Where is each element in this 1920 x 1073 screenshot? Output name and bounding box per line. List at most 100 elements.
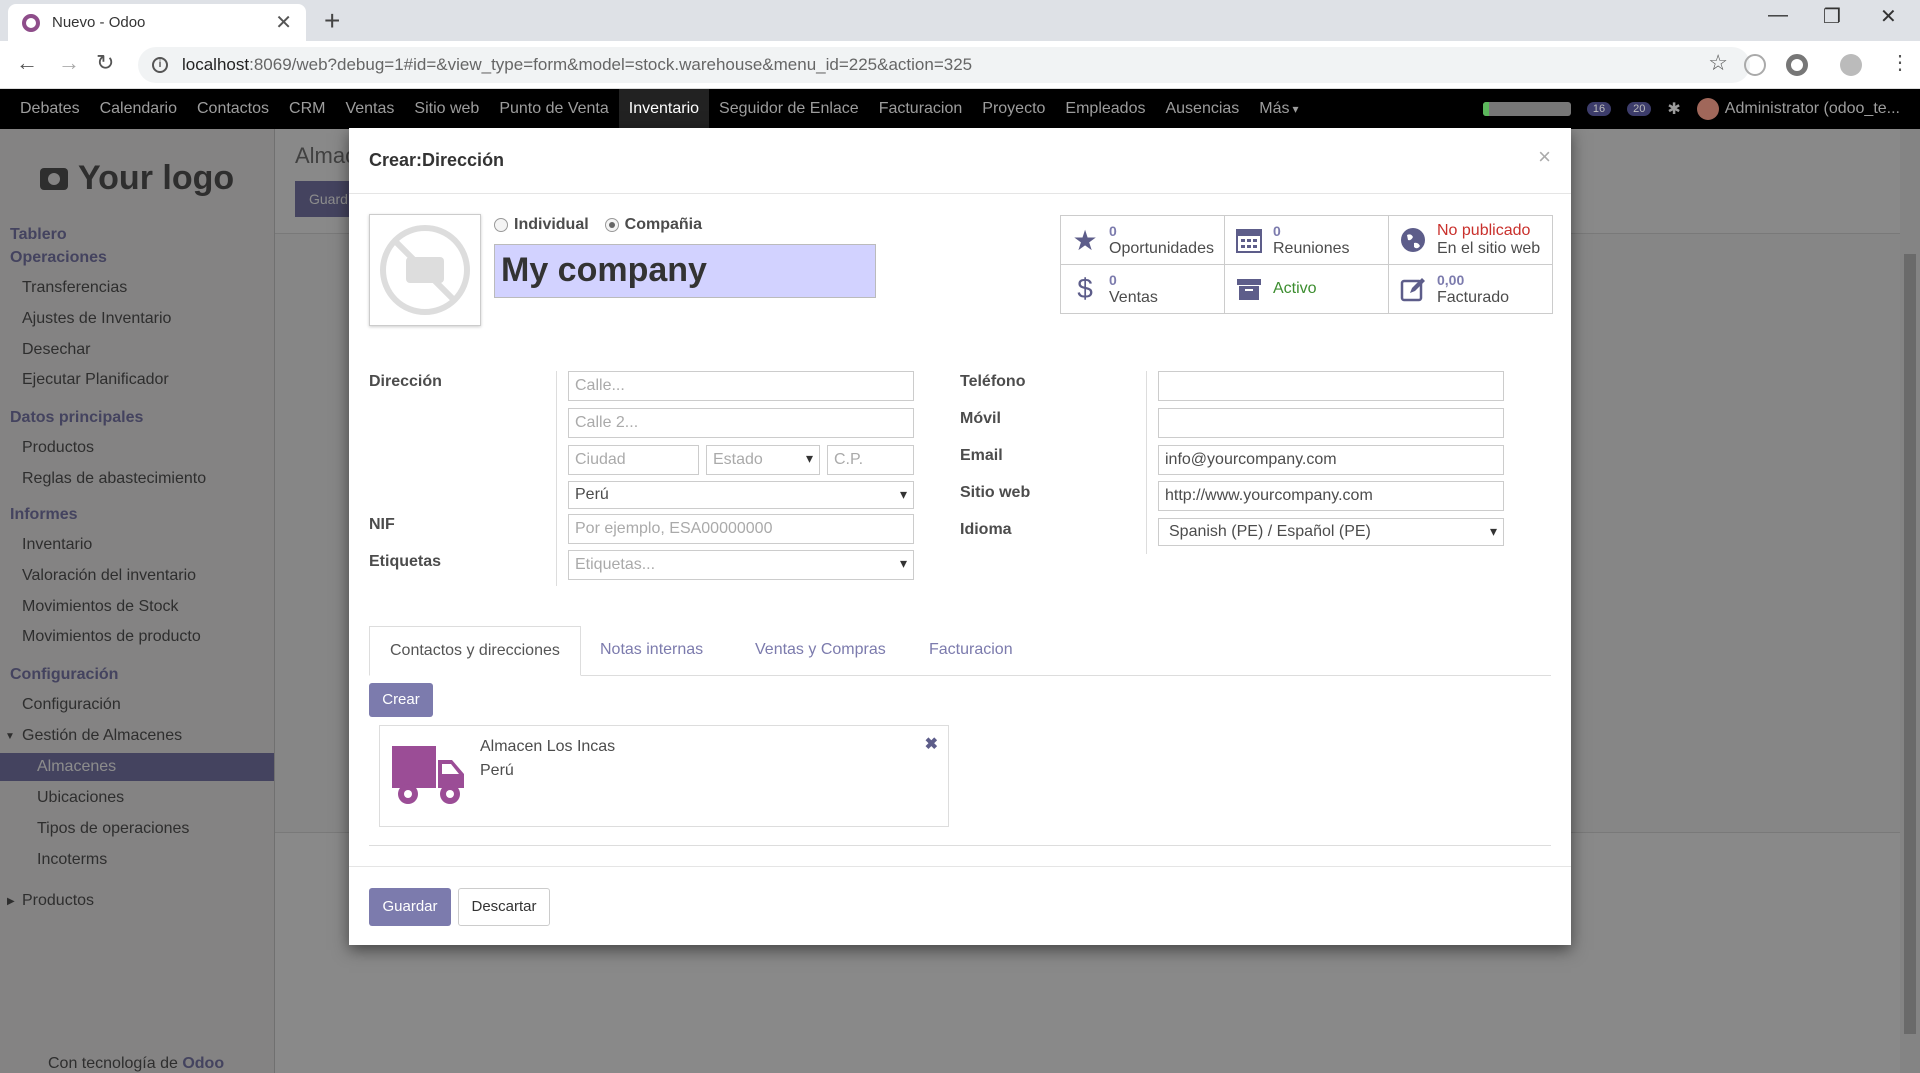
top-menu-item-contactos[interactable]: Contactos xyxy=(187,89,279,129)
company-image[interactable] xyxy=(369,214,481,326)
tab-sales-purchases[interactable]: Ventas y Compras xyxy=(735,626,906,676)
tab-invoicing[interactable]: Facturacion xyxy=(909,626,1033,676)
zip-input[interactable]: C.P. xyxy=(827,445,914,475)
user-name: Administrator (odoo_te... xyxy=(1724,100,1900,117)
language-select[interactable]: Spanish (PE) / Español (PE) xyxy=(1158,518,1504,546)
contact-card[interactable]: Almacen Los Incas Perú ✖ xyxy=(379,725,949,827)
country-select[interactable]: Perú xyxy=(568,481,914,509)
notebook-tabs: Contactos y direcciones Notas internas V… xyxy=(369,626,1551,676)
save-button[interactable]: Guardar xyxy=(369,888,451,926)
archive-icon xyxy=(1233,273,1265,305)
browser-tab-title: Nuevo - Odoo xyxy=(52,14,146,31)
forward-icon[interactable]: → xyxy=(58,50,80,76)
smart-buttons: ★ 0 Oportunidades 0 Reuniones No publicado… xyxy=(1060,215,1553,314)
address-bar: ← → ↻ i localhost:8069/web?debug=1#id=&v… xyxy=(0,41,1920,89)
field-divider-left xyxy=(556,371,557,586)
tab-contacts[interactable]: Contactos y direcciones xyxy=(369,626,581,676)
top-menu-item-empleados[interactable]: Empleados xyxy=(1055,89,1155,129)
radio-individual[interactable]: Individual xyxy=(494,216,589,234)
language-label: Idioma xyxy=(960,521,1012,538)
create-address-dialog: Crear:Dirección × Individual Compañia My… xyxy=(349,128,1571,945)
browser-tabbar: Nuevo - Odoo ✕ + — ❐ ✕ xyxy=(0,0,1920,41)
mobile-input[interactable] xyxy=(1158,408,1504,438)
dialog-title: Crear:Dirección xyxy=(369,150,505,170)
top-menu-item-sitio-web[interactable]: Sitio web xyxy=(404,89,489,129)
etiquetas-label: Etiquetas xyxy=(369,553,442,570)
odoo-top-menu: Debates Calendario Contactos CRM Ventas Sitio… xyxy=(0,89,1920,129)
divider xyxy=(369,845,1551,846)
top-menu-item-m-s[interactable]: Más ▾ xyxy=(1249,89,1308,129)
messages-badge[interactable]: 16 xyxy=(1586,102,1612,116)
create-contact-button[interactable]: Crear xyxy=(369,683,433,717)
top-menu-item-calendario[interactable]: Calendario xyxy=(90,89,187,129)
info-icon[interactable]: i xyxy=(152,57,168,73)
new-tab-icon[interactable]: + xyxy=(324,5,340,37)
meetings-button[interactable]: 0 Reuniones xyxy=(1225,216,1389,265)
restore-icon[interactable]: ❐ xyxy=(1823,4,1841,29)
caret-down-icon: ▾ xyxy=(1292,102,1299,116)
reload-icon[interactable]: ↻ xyxy=(96,50,114,76)
website-publish-button[interactable]: No publicado En el sitio web xyxy=(1389,216,1552,265)
back-icon[interactable]: ← xyxy=(16,50,38,76)
no-image-icon xyxy=(380,225,470,315)
browser-menu-icon[interactable]: ⋮ xyxy=(1890,50,1910,75)
field-divider-right xyxy=(1146,371,1147,554)
globe-icon xyxy=(1397,224,1429,256)
website-label: Sitio web xyxy=(960,484,1031,501)
movil-label: Móvil xyxy=(960,410,1001,427)
contact-name: Almacen Los Incas xyxy=(480,738,616,755)
top-menu-item-crm[interactable]: CRM xyxy=(279,89,335,129)
remove-contact-icon[interactable]: ✖ xyxy=(925,734,938,754)
profile-icon[interactable] xyxy=(1840,54,1862,76)
chat-badge[interactable]: 20 xyxy=(1627,102,1652,116)
close-window-icon[interactable]: ✕ xyxy=(1880,4,1897,29)
state-select[interactable]: Estado xyxy=(706,445,820,475)
minimize-icon[interactable]: — xyxy=(1768,4,1788,27)
company-name-input[interactable]: My company xyxy=(494,244,876,298)
top-menu-item-inventario[interactable]: Inventario xyxy=(618,89,710,129)
nif-label: NIF xyxy=(369,516,395,533)
progress-bar xyxy=(1482,102,1571,116)
star-icon: ★ xyxy=(1072,224,1098,256)
url-text: localhost:8069/web?debug=1#id=&view_type… xyxy=(182,55,973,74)
user-menu[interactable]: Administrator (odoo_te... xyxy=(1696,98,1900,120)
opportunities-button[interactable]: ★ 0 Oportunidades xyxy=(1061,216,1225,265)
tab-notes[interactable]: Notas internas xyxy=(580,626,723,676)
url-input[interactable]: i localhost:8069/web?debug=1#id=&view_ty… xyxy=(138,47,1750,83)
active-toggle-button[interactable]: Activo xyxy=(1225,265,1389,313)
avatar xyxy=(1696,98,1719,120)
dialog-header: Crear:Dirección × xyxy=(349,128,1571,194)
dialog-footer-divider xyxy=(349,866,1571,867)
bug-icon[interactable]: ✱ xyxy=(1667,99,1680,119)
top-menu-item-proyecto[interactable]: Proyecto xyxy=(972,89,1055,129)
browser-tab[interactable]: Nuevo - Odoo ✕ xyxy=(8,4,306,41)
bookmark-star-icon[interactable]: ☆ xyxy=(1708,50,1728,76)
city-input[interactable]: Ciudad xyxy=(568,445,699,475)
top-menu-item-ausencias[interactable]: Ausencias xyxy=(1155,89,1249,129)
close-tab-icon[interactable]: ✕ xyxy=(275,10,292,35)
top-menu-item-punto-de-venta[interactable]: Punto de Venta xyxy=(489,89,618,129)
top-menu-item-facturacion[interactable]: Facturacion xyxy=(869,89,973,129)
invoiced-button[interactable]: 0,00 Facturado xyxy=(1389,265,1552,313)
odoo-favicon-icon xyxy=(22,13,40,32)
top-menu-item-debates[interactable]: Debates xyxy=(10,89,90,129)
discard-button[interactable]: Descartar xyxy=(458,888,550,926)
sales-button[interactable]: $ 0 Ventas xyxy=(1061,265,1225,313)
street2-input[interactable]: Calle 2... xyxy=(568,408,914,438)
website-input[interactable]: http://www.yourcompany.com xyxy=(1158,481,1504,511)
top-menu-right: 16 20 ✱ Administrator (odoo_te... xyxy=(1482,89,1900,129)
top-menu-item-seguidor-de-enlace[interactable]: Seguidor de Enlace xyxy=(709,89,869,129)
extension-icon[interactable] xyxy=(1744,54,1766,76)
tags-select[interactable]: Etiquetas... xyxy=(568,550,914,580)
email-field[interactable]: info@yourcompany.com xyxy=(1158,445,1504,475)
phone-input[interactable] xyxy=(1158,371,1504,401)
radio-company[interactable]: Compañia xyxy=(604,216,702,234)
top-menu-item-ventas[interactable]: Ventas xyxy=(335,89,404,129)
close-icon[interactable]: × xyxy=(1538,144,1551,170)
email-label: Email xyxy=(960,447,1003,464)
extension-icon-2[interactable] xyxy=(1786,54,1808,76)
street-input[interactable]: Calle... xyxy=(568,371,914,401)
truck-icon xyxy=(392,746,464,804)
telefono-label: Teléfono xyxy=(960,373,1026,390)
nif-input[interactable]: Por ejemplo, ESA00000000 xyxy=(568,514,914,544)
